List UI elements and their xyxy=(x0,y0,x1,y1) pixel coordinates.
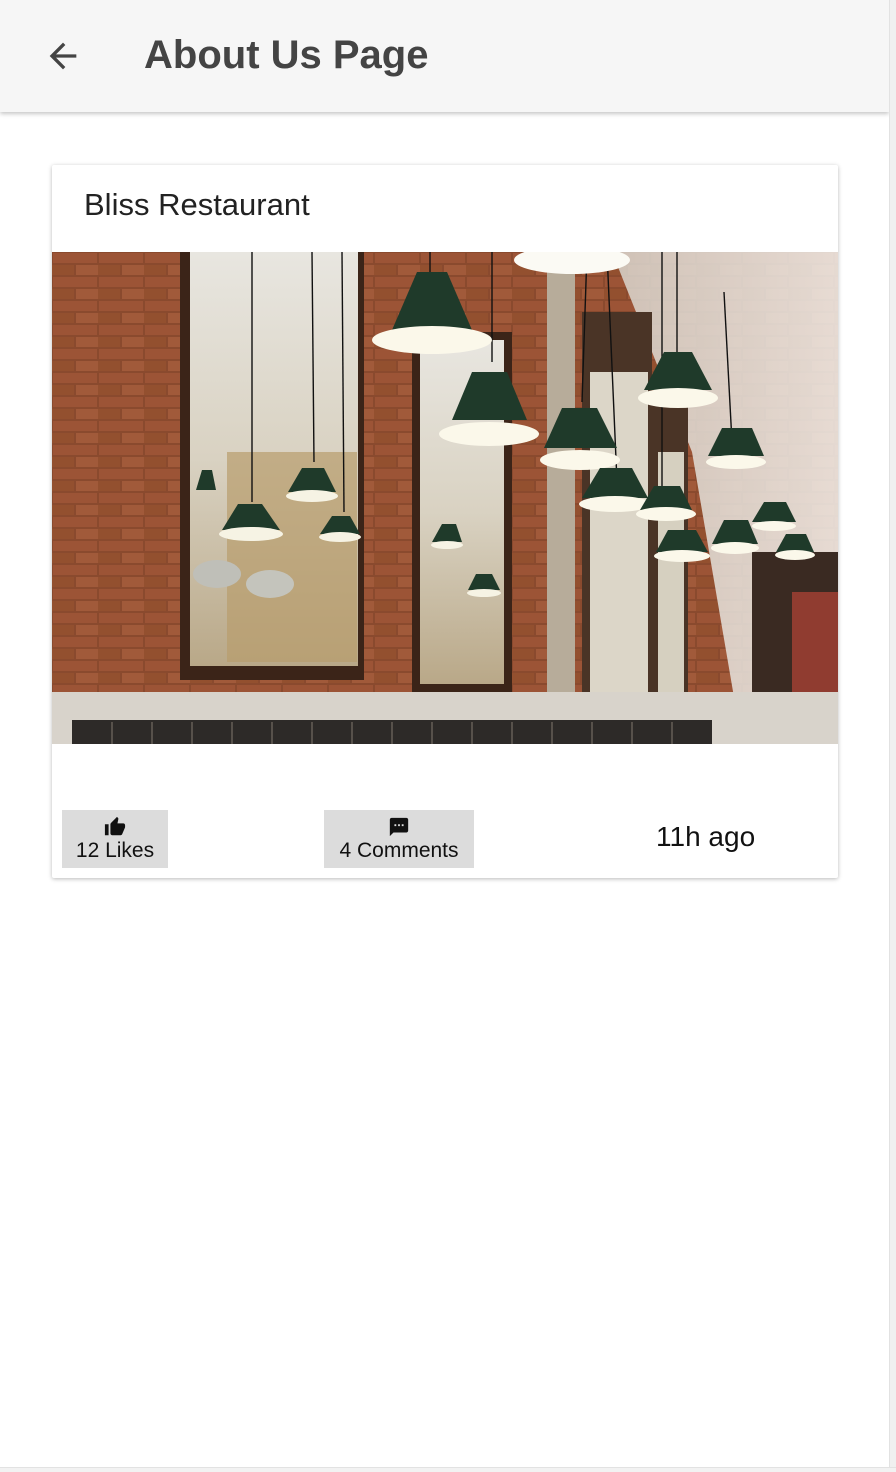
booth-bench xyxy=(72,720,712,744)
card-title: Bliss Restaurant xyxy=(84,187,310,222)
comment-icon xyxy=(389,817,409,836)
comments-button[interactable]: 4 Comments xyxy=(324,810,474,868)
page-title: About Us Page xyxy=(144,33,429,77)
likes-button[interactable]: 12 Likes xyxy=(62,810,168,868)
window-bottom-edge xyxy=(0,1467,896,1472)
arrow-left-icon xyxy=(49,42,77,70)
likes-count: 12 Likes xyxy=(75,838,155,862)
post-timestamp: 11h ago xyxy=(656,821,756,852)
app-bar: About Us Page xyxy=(0,0,889,112)
restaurant-image xyxy=(52,252,838,744)
thumb-up-icon xyxy=(104,816,126,835)
comments-count: 4 Comments xyxy=(339,838,459,862)
back-button[interactable] xyxy=(28,26,98,86)
window-edge xyxy=(889,0,896,1472)
post-card: Bliss Restaurant 12 Likes 4 Comments 11h… xyxy=(52,165,838,878)
